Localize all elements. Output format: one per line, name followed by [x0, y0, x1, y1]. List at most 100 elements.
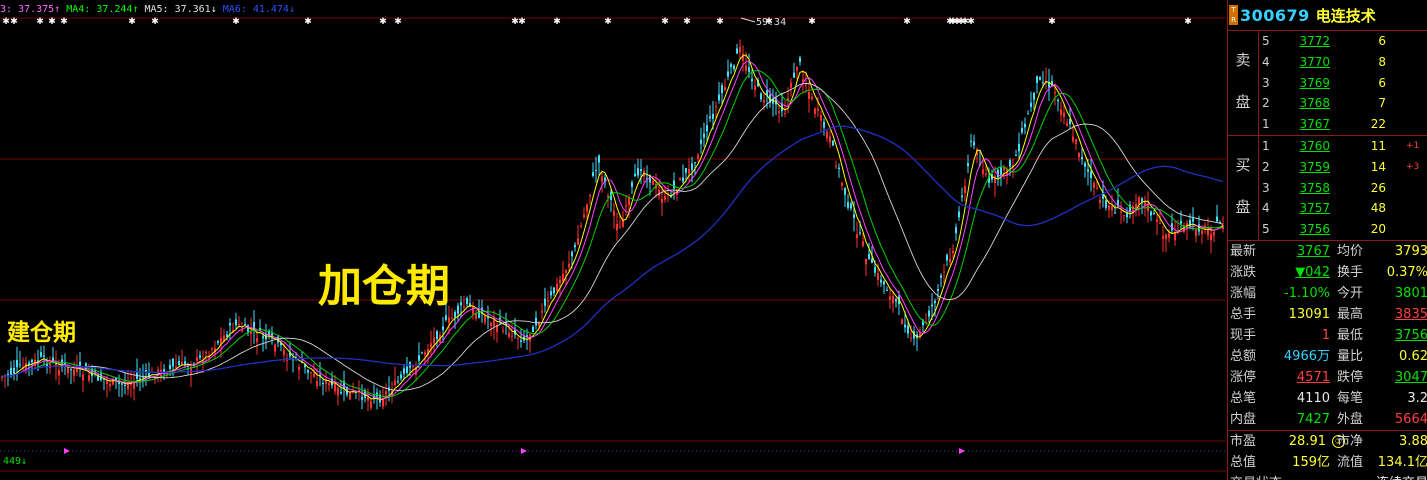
candle-body: [664, 195, 666, 200]
candle-body: [847, 202, 849, 208]
candle-body: [313, 373, 315, 377]
buy-row[interactable]: 5 3756 20: [1228, 219, 1427, 240]
candle-body: [1207, 229, 1209, 236]
stat-label: 市盈: [1230, 434, 1257, 449]
stat-row: 最新 3767 均价 3793: [1228, 241, 1427, 262]
star-marker-icon: ✱: [10, 17, 18, 27]
candle-body: [631, 182, 633, 187]
candle-body: [880, 279, 882, 283]
candle-body: [958, 211, 960, 218]
buy-change: +3: [1406, 161, 1420, 172]
sell-level: 4: [1262, 54, 1270, 69]
candle-body: [400, 374, 402, 379]
candle-body: [568, 263, 570, 268]
stat-value: 3756: [1394, 328, 1427, 343]
candle-body: [877, 273, 879, 281]
buy-row[interactable]: 1 3760 11 +1: [1228, 136, 1427, 157]
candle-body: [799, 57, 801, 62]
candle-body: [169, 364, 171, 369]
sell-row[interactable]: 2 3768 7: [1228, 93, 1427, 114]
candle-body: [1114, 212, 1116, 214]
candle-body: [316, 381, 318, 386]
stat-label: 内盘: [1230, 412, 1257, 427]
candle-body: [298, 366, 300, 371]
buy-row[interactable]: 2 3759 14 +3: [1228, 157, 1427, 178]
candle-body: [1057, 99, 1059, 102]
candle-body: [1138, 197, 1140, 205]
candle-body: [1099, 199, 1101, 203]
candle-body: [577, 238, 579, 245]
candle-body: [436, 331, 438, 339]
candle-body: [703, 133, 705, 138]
stat-label: 每笔: [1337, 391, 1364, 406]
candle-body: [1024, 123, 1026, 128]
candle-body: [901, 319, 903, 325]
stat-label: 涨停: [1230, 370, 1257, 385]
buy-row[interactable]: 4 3757 48: [1228, 198, 1427, 219]
star-marker-icon: ✱: [661, 17, 669, 27]
candle-body: [856, 234, 858, 239]
candle-body: [334, 383, 336, 392]
star-marker-icon: ✱: [1048, 17, 1056, 27]
candle-body: [745, 65, 747, 71]
candle-body: [787, 98, 789, 101]
candle-body: [778, 111, 780, 113]
star-marker-icon: ✱: [232, 17, 240, 27]
sell-row[interactable]: 5 3772 6: [1228, 31, 1427, 52]
candle-body: [634, 173, 636, 177]
candle-body: [862, 241, 864, 246]
candle-body: [607, 195, 609, 198]
candle-body: [853, 214, 855, 218]
star-marker-icon: ✱: [151, 17, 159, 27]
candle-body: [1141, 198, 1143, 202]
candle-body: [943, 271, 945, 273]
buy-level: 2: [1262, 159, 1270, 174]
candle-body: [70, 369, 72, 371]
candle-body: [955, 227, 957, 234]
candle-body: [58, 369, 60, 376]
buy-volume: 11: [1370, 139, 1386, 153]
star-marker-icon: ✱: [48, 17, 56, 27]
candle-body: [760, 93, 762, 100]
candle-body: [1000, 167, 1002, 175]
candle-body: [430, 343, 432, 348]
candle-body: [385, 391, 387, 395]
candle-body: [1153, 213, 1155, 215]
candle-body: [31, 359, 33, 363]
candle-body: [196, 357, 198, 361]
candle-body: [238, 324, 240, 326]
stat-value: 连续交易: [1370, 473, 1427, 480]
candle-body: [118, 382, 120, 385]
sell-price: 3768: [1299, 96, 1330, 111]
candle-body: [652, 180, 654, 185]
candle-body: [349, 391, 351, 400]
candle-body: [850, 203, 852, 209]
candle-body: [1030, 102, 1032, 107]
candle-body: [583, 214, 585, 218]
candle-body: [175, 366, 177, 368]
candle-body: [985, 173, 987, 175]
candle-body: [283, 349, 285, 355]
candle-body: [616, 223, 618, 231]
kline-chart[interactable]: ✱ ✱ ✱ ✱ ✱ ✱ ✱ ✱ ✱ ✱ ✱ ✱ ✱ ✱ ✱ ✱ ✱ ✱ ✱ ✱ ✱ ✱✱✱✱✱✱ ✱ ✱ 59.34 449↓: [0, 0, 1226, 480]
high-price-pointer: [740, 17, 756, 23]
sell-volume: 22: [1370, 117, 1386, 132]
sell-row[interactable]: 4 3770 8: [1228, 52, 1427, 73]
star-marker-icon: ✱: [716, 17, 724, 27]
candle-body: [805, 84, 807, 86]
candle-body: [613, 210, 615, 216]
candle-body: [406, 366, 408, 373]
candle-body: [1162, 236, 1164, 239]
ma-indicator-0: 3: 37.375↑: [0, 4, 61, 15]
sell-row[interactable]: 3 3769 6: [1228, 73, 1427, 94]
candle-body: [814, 108, 816, 114]
candle-body: [1015, 155, 1017, 157]
sell-level: 5: [1262, 34, 1270, 48]
sell-row[interactable]: 1 3767 22: [1228, 114, 1427, 135]
stat-row: 涨幅 -1.10% 今开 3801: [1228, 283, 1427, 304]
buy-row[interactable]: 3 3758 26: [1228, 178, 1427, 199]
candle-body: [1123, 215, 1125, 217]
candle-body: [832, 140, 834, 146]
candle-body: [541, 310, 543, 313]
stat-value: 7427: [1296, 412, 1330, 427]
